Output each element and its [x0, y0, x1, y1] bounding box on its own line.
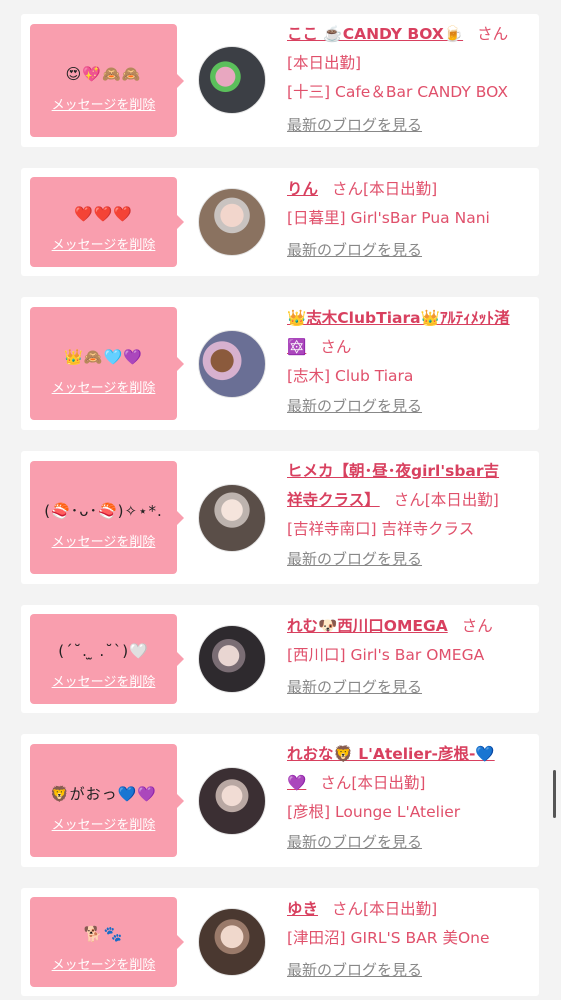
cast-info: りん さん[本日出勤] [日暮里] Girl'sBar Pua Nani 最新のブ… [287, 175, 537, 260]
cast-name-link[interactable]: りん [287, 180, 318, 198]
message-text: ❤️❤️❤️ [73, 205, 134, 223]
cast-name-link-cont[interactable]: 💜 [287, 774, 306, 792]
avatar[interactable] [198, 188, 266, 256]
message-card: 😍💖🙈🙈 メッセージを削除 ここ ☕️CANDY BOX🍺 さん [本日出勤] [… [21, 14, 539, 147]
message-text: 👑🙈🩵💜 [64, 348, 143, 366]
latest-blog-link[interactable]: 最新のブログを見る [287, 549, 537, 569]
cast-info: ここ ☕️CANDY BOX🍺 さん [本日出勤] [十三] Cafe＆Bar C… [287, 20, 537, 135]
shop-name: [津田沼] GIRL'S BAR 美One [287, 929, 490, 947]
latest-blog-link[interactable]: 最新のブログを見る [287, 115, 537, 135]
cast-name-link[interactable]: ここ ☕️CANDY BOX🍺 [287, 25, 463, 43]
shop-name: [吉祥寺南口] 吉祥寺クラス [287, 520, 475, 538]
message-bubble: 🐕🐾 メッセージを削除 [30, 897, 184, 987]
shop-name: [彦根] Lounge L'Atelier [287, 803, 461, 821]
message-bubble: (ˊ˘. ̫ .˘ˋ)🤍 メッセージを削除 [30, 614, 184, 704]
avatar[interactable] [198, 767, 266, 835]
message-card: (ˊ˘. ̫ .˘ˋ)🤍 メッセージを削除 れむ🐶西川口OMEGA さん [西川口… [21, 605, 539, 713]
message-list: 😍💖🙈🙈 メッセージを削除 ここ ☕️CANDY BOX🍺 さん [本日出勤] [… [0, 0, 561, 1000]
message-card: (🍣･ᴗ･🍣)✧⋆*. メッセージを削除 ヒメカ【朝･昼･夜girl'sbar吉… [21, 451, 539, 584]
honorific: さん [320, 774, 352, 792]
message-text: (🍣･ᴗ･🍣)✧⋆*. [44, 502, 163, 520]
avatar[interactable] [198, 908, 266, 976]
message-text: 🐕🐾 [83, 925, 124, 943]
cast-name-link[interactable]: れおな🦁 L'Atelier-彦根-💙 [287, 745, 495, 763]
cast-name-link-cont[interactable]: 🔯 [287, 338, 306, 356]
avatar[interactable] [198, 625, 266, 693]
message-text: 😍💖🙈🙈 [65, 65, 142, 83]
delete-message-link[interactable]: メッセージを削除 [30, 818, 177, 834]
scrollbar[interactable] [553, 770, 556, 818]
delete-message-link[interactable]: メッセージを削除 [30, 238, 177, 254]
shop-name: [十三] Cafe＆Bar CANDY BOX [287, 83, 508, 101]
cast-name-link[interactable]: れむ🐶西川口OMEGA [287, 617, 448, 635]
latest-blog-link[interactable]: 最新のブログを見る [287, 677, 537, 697]
delete-message-link[interactable]: メッセージを削除 [30, 675, 177, 691]
status-text: [本日出勤] [424, 491, 499, 509]
cast-info: れむ🐶西川口OMEGA さん [西川口] Girl's Bar OMEGA 最新の… [287, 612, 537, 697]
cast-info: 👑志木ClubTiara👑ｱﾙﾃｨﾒｯﾄ渚 🔯 さん [志木] Club Tiar… [287, 304, 537, 416]
status-text: [本日出勤] [363, 900, 438, 918]
honorific: さん [393, 491, 425, 509]
avatar[interactable] [198, 484, 266, 552]
cast-name-link[interactable]: ヒメカ【朝･昼･夜girl'sbar吉 [287, 462, 499, 480]
honorific: さん [332, 900, 364, 918]
honorific: さん [477, 25, 509, 43]
message-card: 👑🙈🩵💜 メッセージを削除 👑志木ClubTiara👑ｱﾙﾃｨﾒｯﾄ渚 🔯 さん … [21, 297, 539, 430]
delete-message-link[interactable]: メッセージを削除 [30, 958, 177, 974]
message-card: 🐕🐾 メッセージを削除 ゆき さん[本日出勤] [津田沼] GIRL'S BAR … [21, 888, 539, 996]
cast-name-link-cont[interactable]: 祥寺クラス】 [287, 491, 380, 509]
latest-blog-link[interactable]: 最新のブログを見る [287, 832, 537, 852]
latest-blog-link[interactable]: 最新のブログを見る [287, 396, 537, 416]
delete-message-link[interactable]: メッセージを削除 [30, 535, 177, 551]
honorific: さん [332, 180, 364, 198]
shop-name: [日暮里] Girl'sBar Pua Nani [287, 209, 490, 227]
message-bubble: 🦁がおっ💙💜 メッセージを削除 [30, 744, 184, 857]
message-text: 🦁がおっ💙💜 [49, 785, 158, 803]
avatar[interactable] [198, 46, 266, 114]
cast-name-link[interactable]: 👑志木ClubTiara👑ｱﾙﾃｨﾒｯﾄ渚 [287, 309, 510, 327]
cast-name-link[interactable]: ゆき [287, 900, 318, 918]
honorific: さん [461, 617, 493, 635]
message-card: 🦁がおっ💙💜 メッセージを削除 れおな🦁 L'Atelier-彦根-💙 💜 さん[… [21, 734, 539, 867]
latest-blog-link[interactable]: 最新のブログを見る [287, 960, 537, 980]
message-bubble: ❤️❤️❤️ メッセージを削除 [30, 177, 184, 267]
message-bubble: 👑🙈🩵💜 メッセージを削除 [30, 307, 184, 420]
shop-name: [西川口] Girl's Bar OMEGA [287, 646, 485, 664]
message-text: (ˊ˘. ̫ .˘ˋ)🤍 [58, 642, 149, 660]
shop-name: [志木] Club Tiara [287, 367, 414, 385]
cast-info: れおな🦁 L'Atelier-彦根-💙 💜 さん[本日出勤] [彦根] Loung… [287, 740, 537, 852]
status-text: [本日出勤] [363, 180, 438, 198]
status-text: [本日出勤] [351, 774, 426, 792]
honorific: さん [320, 338, 352, 356]
message-bubble: 😍💖🙈🙈 メッセージを削除 [30, 24, 184, 137]
message-card: ❤️❤️❤️ メッセージを削除 りん さん[本日出勤] [日暮里] Girl'sB… [21, 168, 539, 276]
latest-blog-link[interactable]: 最新のブログを見る [287, 240, 537, 260]
cast-info: ヒメカ【朝･昼･夜girl'sbar吉 祥寺クラス】 さん[本日出勤] [吉祥寺南… [287, 457, 537, 569]
delete-message-link[interactable]: メッセージを削除 [30, 98, 177, 114]
cast-info: ゆき さん[本日出勤] [津田沼] GIRL'S BAR 美One 最新のブログを… [287, 895, 537, 980]
delete-message-link[interactable]: メッセージを削除 [30, 381, 177, 397]
message-bubble: (🍣･ᴗ･🍣)✧⋆*. メッセージを削除 [30, 461, 184, 574]
status-text: [本日出勤] [287, 54, 362, 72]
avatar[interactable] [198, 330, 266, 398]
